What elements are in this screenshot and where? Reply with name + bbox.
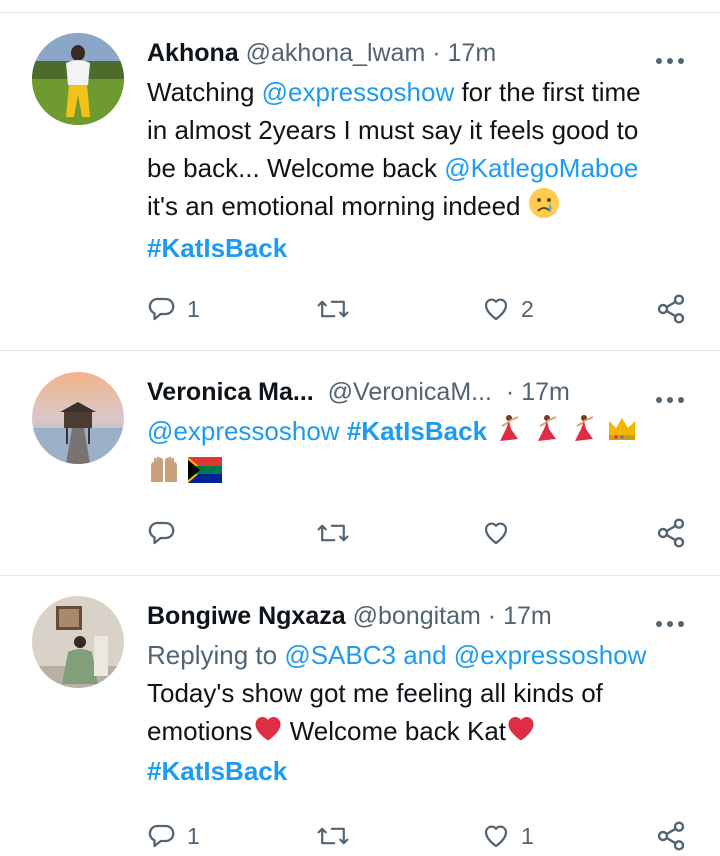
share-icon: [657, 518, 685, 548]
tweet-header: Bongiwe Ngxaza @bongitam · 17m: [147, 596, 687, 636]
retweet-icon: [317, 524, 349, 542]
separator-dot: ·: [505, 378, 515, 406]
tweet-header: Akhona @akhona_lwam · 17m: [147, 33, 687, 73]
more-icon[interactable]: [653, 606, 687, 627]
reply-icon: [148, 824, 175, 848]
text-line: @expressoshow #KatIsBack: [147, 412, 687, 453]
separator-dot: ·: [487, 602, 497, 630]
action-bar: [147, 513, 687, 553]
red-heart-emoji: [506, 714, 536, 752]
display-name[interactable]: Bongiwe Ngxaza: [147, 602, 346, 630]
text-line: it's an emotional morning indeed: [147, 187, 687, 229]
avatar[interactable]: [32, 33, 124, 125]
like-button[interactable]: [481, 513, 521, 553]
text-line: in almost 2years I must say it feels goo…: [147, 115, 639, 145]
reply-count: 1: [187, 295, 200, 322]
timestamp[interactable]: 17m: [521, 378, 570, 406]
tweet-text: Watching @expressoshow for the first tim…: [147, 73, 687, 267]
red-heart-emoji: [253, 714, 283, 752]
dancer-emoji: [532, 413, 562, 453]
reply-icon: [148, 521, 175, 545]
hashtag-link[interactable]: #KatIsBack: [147, 756, 287, 786]
mention-link[interactable]: @KatlegoMaboe: [444, 153, 638, 183]
tweet-veronica[interactable]: Veronica Ma... @VeronicaM... · 17m @expr…: [0, 351, 720, 576]
tweet-text: @expressoshow #KatIsBack: [147, 412, 687, 491]
dancer-emoji: [494, 413, 524, 453]
retweet-icon: [317, 827, 349, 845]
user-handle[interactable]: @VeronicaM...: [328, 378, 492, 406]
share-icon: [657, 821, 685, 851]
reply-button[interactable]: 1: [147, 816, 200, 856]
retweet-button[interactable]: [315, 289, 361, 329]
mention-link[interactable]: @expressoshow: [262, 77, 455, 107]
action-bar: 1 2: [147, 289, 687, 329]
text-line: emotions Welcome back Kat: [147, 712, 687, 752]
replying-to: Replying to @SABC3 and @expressoshow: [147, 640, 647, 670]
tweet-header: Veronica Ma... @VeronicaM... · 17m: [147, 372, 687, 412]
like-count: 1: [521, 822, 534, 849]
tweet-bongiwe[interactable]: Bongiwe Ngxaza @bongitam · 17m Replying …: [0, 576, 720, 851]
text-line: Today's show got me feeling all kinds of: [147, 678, 603, 708]
text-line: be back... Welcome back @KatlegoMaboe: [147, 153, 639, 183]
mention-link[interactable]: @expressoshow: [147, 416, 340, 446]
reply-button[interactable]: 1: [147, 289, 200, 329]
tweet-text: Today's show got me feeling all kinds of…: [147, 674, 687, 790]
text-line: #KatIsBack: [147, 752, 687, 790]
mention-link[interactable]: @expressoshow: [454, 640, 647, 670]
user-handle[interactable]: @bongitam: [353, 602, 481, 630]
crying-face-emoji: [528, 187, 560, 229]
separator-dot: ·: [432, 39, 441, 67]
south-africa-flag-emoji: [188, 455, 223, 493]
timestamp[interactable]: 17m: [503, 602, 552, 630]
crown-emoji: [606, 413, 638, 453]
text-line: [147, 453, 687, 491]
more-icon[interactable]: [653, 382, 687, 403]
avatar[interactable]: [32, 372, 124, 464]
share-button[interactable]: [655, 513, 687, 553]
share-button[interactable]: [655, 816, 687, 856]
like-button[interactable]: 1: [481, 816, 534, 856]
display-name[interactable]: Akhona: [147, 39, 239, 67]
raising-hands-emoji: [147, 454, 181, 494]
retweet-button[interactable]: [315, 816, 361, 856]
display-name[interactable]: Veronica Ma...: [147, 378, 314, 406]
like-icon: [484, 825, 508, 848]
text-line: #KatIsBack: [147, 229, 687, 267]
timestamp[interactable]: 17m: [448, 39, 497, 67]
share-button[interactable]: [655, 289, 687, 329]
like-count: 2: [521, 295, 534, 322]
retweet-icon: [317, 300, 349, 318]
tweet-akhona[interactable]: Akhona @akhona_lwam · 17m Watching @expr…: [0, 13, 720, 351]
like-icon: [484, 298, 508, 321]
reply-icon: [148, 297, 175, 321]
reply-count: 1: [187, 822, 200, 849]
action-bar: 1 1: [147, 816, 687, 856]
hashtag-link[interactable]: #KatIsBack: [147, 233, 287, 263]
mention-link[interactable]: @SABC3: [284, 640, 396, 670]
reply-button[interactable]: [147, 513, 187, 553]
share-icon: [657, 294, 685, 324]
avatar[interactable]: [32, 596, 124, 688]
text-line: Watching @expressoshow for the first tim…: [147, 77, 641, 107]
dancer-emoji: [569, 413, 599, 453]
user-handle[interactable]: @akhona_lwam: [246, 39, 426, 67]
hashtag-link[interactable]: #KatIsBack: [347, 416, 487, 446]
like-button[interactable]: 2: [481, 289, 534, 329]
more-icon[interactable]: [653, 43, 687, 64]
like-icon: [484, 522, 508, 545]
retweet-button[interactable]: [315, 513, 361, 553]
